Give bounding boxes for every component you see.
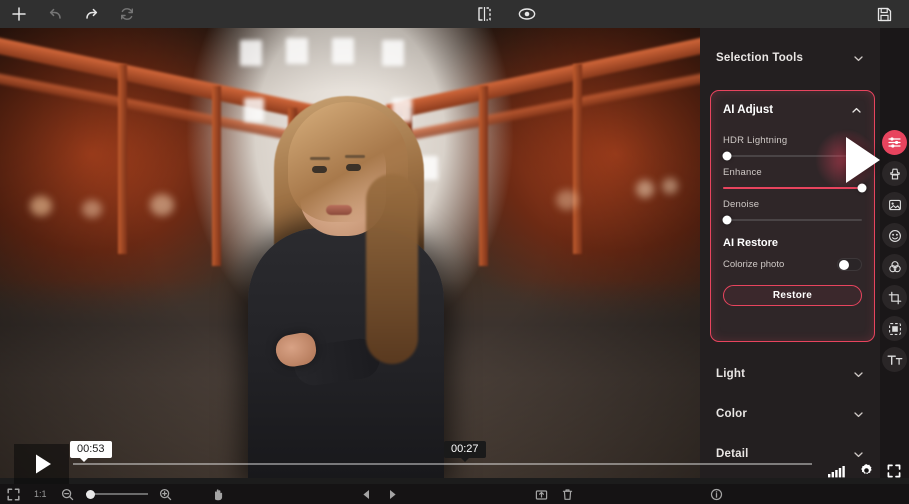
color-label: Color bbox=[716, 408, 748, 420]
transform-icon[interactable] bbox=[882, 316, 907, 341]
slider-label: Enhance bbox=[723, 167, 762, 178]
panel-section-color[interactable]: Color bbox=[700, 394, 880, 434]
light-label: Light bbox=[716, 368, 746, 380]
hand-pan-icon[interactable] bbox=[205, 484, 231, 504]
colorize-photo-row: Colorize photo bbox=[723, 258, 862, 271]
slider-track[interactable] bbox=[723, 183, 867, 193]
selection-tools-label: Selection Tools bbox=[716, 52, 804, 64]
image-icon[interactable] bbox=[882, 192, 907, 217]
chevron-down-icon bbox=[853, 369, 864, 380]
video-current-time-tooltip: 00:27 bbox=[444, 441, 486, 462]
ai-restore-label: AI Restore bbox=[723, 237, 779, 249]
color-wheel-icon[interactable] bbox=[882, 254, 907, 279]
chevron-up-icon bbox=[851, 105, 862, 116]
video-player-overlay: 00:53 00:27 bbox=[0, 441, 909, 484]
chevron-down-icon bbox=[853, 409, 864, 420]
edited-photo bbox=[0, 28, 700, 478]
fullscreen-icon[interactable] bbox=[887, 464, 901, 478]
fit-to-screen-icon[interactable] bbox=[0, 484, 26, 504]
photo-editor-app: Selection Tools AI Adjust HDR Lightning bbox=[0, 0, 909, 504]
ai-adjust-header[interactable]: AI Adjust bbox=[723, 95, 862, 125]
info-icon[interactable] bbox=[703, 484, 729, 504]
compare-split-icon[interactable] bbox=[474, 3, 496, 25]
image-canvas[interactable] bbox=[0, 28, 700, 478]
panel-section-selection-tools[interactable]: Selection Tools bbox=[700, 38, 880, 78]
zoom-in-icon[interactable] bbox=[153, 484, 179, 504]
zoom-out-icon[interactable] bbox=[55, 484, 81, 504]
redo-icon[interactable] bbox=[80, 3, 102, 25]
slider-track[interactable] bbox=[722, 215, 862, 225]
add-icon[interactable] bbox=[8, 3, 30, 25]
toolbar-right-group bbox=[873, 3, 909, 25]
crop-icon[interactable] bbox=[882, 285, 907, 310]
volume-icon[interactable] bbox=[827, 464, 846, 478]
zoom-slider[interactable] bbox=[85, 489, 148, 499]
ai-adjust-label: AI Adjust bbox=[723, 104, 774, 116]
zoom-controls-group: 1:1 bbox=[0, 484, 179, 504]
smiley-icon[interactable] bbox=[882, 223, 907, 248]
video-controls-right bbox=[827, 463, 901, 478]
text-icon[interactable] bbox=[882, 347, 907, 372]
undo-icon[interactable] bbox=[44, 3, 66, 25]
panel-section-light[interactable]: Light bbox=[700, 354, 880, 394]
slider-label: Denoise bbox=[723, 199, 760, 210]
toolbar-center-group bbox=[474, 3, 538, 25]
video-play-button[interactable] bbox=[14, 444, 69, 484]
chevron-down-icon bbox=[853, 53, 864, 64]
toolbar-left-group bbox=[0, 3, 138, 25]
slider-label: HDR Lightning bbox=[723, 135, 788, 146]
video-progress-track bbox=[73, 463, 812, 465]
bottom-status-bar: 1:1 bbox=[0, 484, 909, 504]
slider-enhance: Enhance bbox=[723, 167, 867, 193]
previous-image-icon[interactable] bbox=[353, 484, 379, 504]
export-icon[interactable] bbox=[528, 484, 554, 504]
delete-icon[interactable] bbox=[554, 484, 580, 504]
preview-eye-icon[interactable] bbox=[516, 3, 538, 25]
actual-size-button[interactable]: 1:1 bbox=[26, 489, 55, 499]
stamp-icon[interactable] bbox=[882, 161, 907, 186]
tool-rail bbox=[880, 28, 909, 478]
colorize-photo-label: Colorize photo bbox=[723, 259, 785, 270]
slider-denoise: Denoise bbox=[722, 199, 862, 225]
slider-track[interactable] bbox=[722, 151, 862, 161]
photo-subject bbox=[214, 78, 472, 478]
ai-adjust-card: AI Adjust HDR Lightning Enhance Denoise … bbox=[710, 90, 875, 342]
settings-icon[interactable] bbox=[859, 463, 874, 478]
slider-hdr-lightning: HDR Lightning bbox=[722, 135, 862, 161]
editing-side-panel: Selection Tools AI Adjust HDR Lightning bbox=[700, 28, 880, 478]
video-progress-bar[interactable] bbox=[73, 457, 812, 471]
reset-icon[interactable] bbox=[116, 3, 138, 25]
save-icon[interactable] bbox=[873, 3, 895, 25]
colorize-photo-toggle[interactable] bbox=[837, 258, 862, 271]
restore-button[interactable]: Restore bbox=[723, 285, 862, 306]
adjust-sliders-icon[interactable] bbox=[882, 130, 907, 155]
top-toolbar bbox=[0, 0, 909, 28]
video-hover-time-tooltip: 00:53 bbox=[70, 441, 112, 462]
next-image-icon[interactable] bbox=[379, 484, 405, 504]
